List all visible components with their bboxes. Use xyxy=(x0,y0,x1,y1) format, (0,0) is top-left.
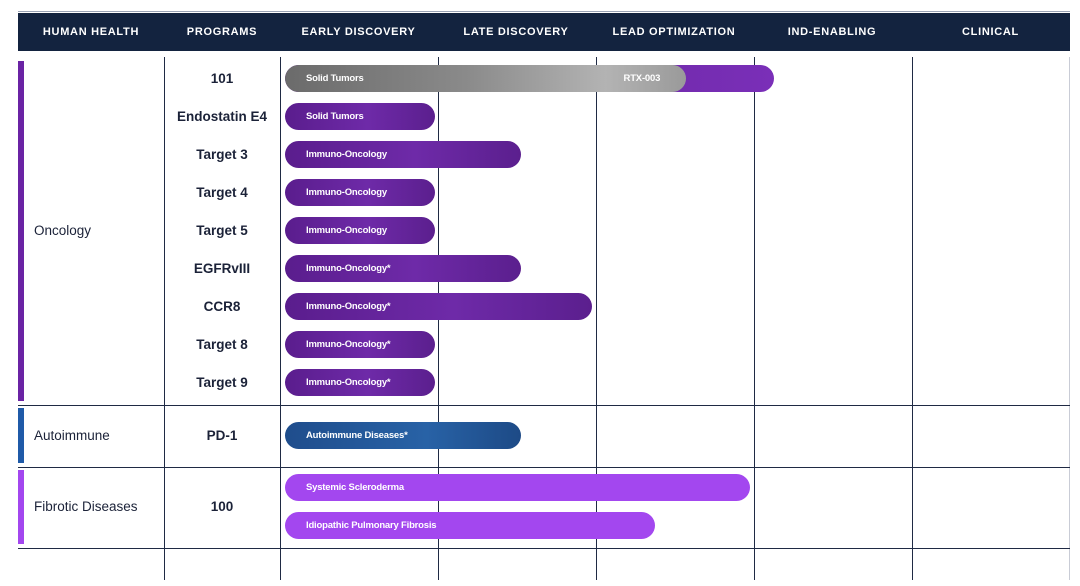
program-label: Target 8 xyxy=(196,337,248,352)
bar-label: Systemic Scleroderma xyxy=(306,482,404,493)
pipeline-bar: Immuno-Oncology xyxy=(285,179,435,206)
header-programs: PROGRAMS xyxy=(186,26,258,38)
top-rule xyxy=(18,11,1070,12)
header-early-discovery: EARLY DISCOVERY xyxy=(301,26,416,38)
column-divider xyxy=(280,57,281,580)
bar-label: Solid Tumors xyxy=(306,73,364,84)
program-label: EGFRvIII xyxy=(193,261,251,276)
pipeline-bar: Systemic Scleroderma xyxy=(285,474,750,501)
column-divider xyxy=(912,57,913,580)
pipeline-bar: Idiopathic Pulmonary Fibrosis xyxy=(285,512,656,539)
area-divider xyxy=(18,548,1070,549)
bar-label: Idiopathic Pulmonary Fibrosis xyxy=(306,520,437,531)
bar-label: Immuno-Oncology* xyxy=(306,301,391,312)
pipeline-bar: Immuno-Oncology* xyxy=(285,255,522,282)
bar-label: Immuno-Oncology xyxy=(306,149,387,160)
area-stripe-oncology xyxy=(18,61,24,401)
pipeline-bar: Immuno-Oncology xyxy=(285,217,435,244)
pipeline-bar: Immuno-Oncology* xyxy=(285,331,435,358)
area-label: Autoimmune xyxy=(34,427,110,443)
bar-label: Immuno-Oncology xyxy=(306,187,387,198)
program-label: CCR8 xyxy=(203,299,241,314)
area-stripe-fibrotic-diseases xyxy=(18,470,24,544)
area-label: Fibrotic Diseases xyxy=(34,499,138,514)
program-label: Target 9 xyxy=(196,375,248,390)
pipeline-bar: Immuno-Oncology* xyxy=(285,369,435,396)
area-divider xyxy=(18,467,1070,468)
pipeline-bar: RTX-003 Solid Tumors xyxy=(285,65,774,92)
column-divider xyxy=(1069,57,1070,580)
bar-label: Immuno-Oncology* xyxy=(306,339,391,350)
area-label: Oncology xyxy=(34,223,92,238)
header-ind-enabling: IND-ENABLING xyxy=(787,26,877,38)
header-human-health: HUMAN HEALTH xyxy=(42,26,140,38)
pipeline-bar: Immuno-Oncology xyxy=(285,141,522,168)
program-label: 101 xyxy=(210,71,234,86)
program-label: Target 4 xyxy=(196,185,248,200)
program-label: PD-1 xyxy=(206,428,238,443)
bar-label: Solid Tumors xyxy=(306,111,364,122)
header-clinical: CLINICAL xyxy=(962,26,1019,38)
bar-label: Immuno-Oncology* xyxy=(306,377,391,388)
area-divider xyxy=(18,405,1070,406)
bar-label: Immuno-Oncology* xyxy=(306,263,391,274)
header-lead-optimization: LEAD OPTIMIZATION xyxy=(612,26,736,38)
program-label: Target 5 xyxy=(196,223,248,238)
bar-second-label: RTX-003 xyxy=(623,73,661,84)
header-row: HUMAN HEALTH PROGRAMS EARLY DISCOVERY LA… xyxy=(18,13,1070,51)
column-divider xyxy=(596,57,597,580)
program-label: 100 xyxy=(210,499,234,514)
pipeline-bar: Autoimmune Diseases* xyxy=(285,422,522,449)
pipeline-bar: Immuno-Oncology* xyxy=(285,293,593,320)
header-late-discovery: LATE DISCOVERY xyxy=(463,26,569,38)
program-label: Endostatin E4 xyxy=(176,109,267,124)
column-divider xyxy=(754,57,755,580)
pipeline-bar: Solid Tumors xyxy=(285,103,435,130)
area-stripe-autoimmune xyxy=(18,408,24,463)
bar-label: Immuno-Oncology xyxy=(306,225,387,236)
bar-label: Autoimmune Diseases* xyxy=(306,430,408,441)
pipeline-chart: HUMAN HEALTH PROGRAMS EARLY DISCOVERY LA… xyxy=(0,0,1080,586)
program-label: Target 3 xyxy=(196,147,248,162)
